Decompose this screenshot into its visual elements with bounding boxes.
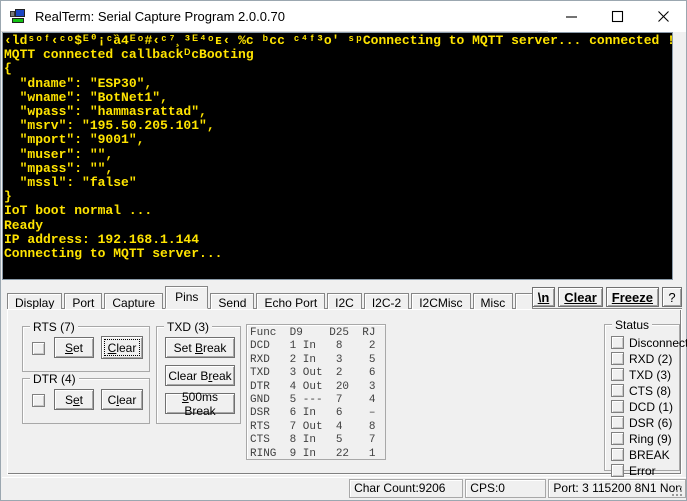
status-item-disconnect[interactable]: Disconnect: [611, 335, 687, 350]
toolbar-right: \n Clear Freeze ?: [532, 287, 682, 307]
status-item-txd[interactable]: TXD (3): [611, 367, 671, 382]
status-dsr-label: DSR (6): [629, 416, 672, 430]
status-item-ring[interactable]: Ring (9): [611, 431, 672, 446]
status-rxd-label: RXD (2): [629, 352, 672, 366]
port-field: Port: 3 115200 8N1 Non: [548, 479, 686, 498]
dtr-clear-label: Clear: [108, 393, 137, 407]
status-item-rxd[interactable]: RXD (2): [611, 351, 672, 366]
help-button[interactable]: ?: [662, 287, 682, 307]
status-dcd-checkbox[interactable]: [611, 400, 624, 413]
freeze-button[interactable]: Freeze: [606, 287, 659, 307]
status-item-cts[interactable]: CTS (8): [611, 383, 671, 398]
terminal-right-gutter: [673, 32, 686, 280]
txd-timed-break-button[interactable]: 500ms Break: [165, 393, 235, 414]
close-button[interactable]: [640, 1, 686, 32]
dtr-state-checkbox[interactable]: [32, 394, 45, 407]
rts-group: RTS (7) Set Clear: [22, 326, 150, 372]
newline-button[interactable]: \n: [532, 287, 556, 307]
dtr-group: DTR (4) Set Clear: [22, 378, 150, 424]
status-disconnect-label: Disconnect: [629, 336, 687, 350]
status-dcd-label: DCD (1): [629, 400, 673, 414]
rts-state-checkbox[interactable]: [32, 342, 45, 355]
status-bar-spacer: [4, 479, 347, 498]
txd-clear-break-label: Clear Break: [168, 369, 231, 383]
status-break-checkbox[interactable]: [611, 448, 624, 461]
rts-clear-focus-ring: [104, 339, 140, 356]
status-cts-checkbox[interactable]: [611, 384, 624, 397]
txd-set-break-button[interactable]: Set Break: [165, 337, 235, 358]
rts-group-label: RTS (7): [30, 320, 78, 334]
txd-set-break-label: Set Break: [174, 341, 227, 355]
txd-group-label: TXD (3): [164, 320, 212, 334]
status-ring-label: Ring (9): [629, 432, 672, 446]
cps-field: CPS:0: [465, 479, 546, 498]
status-ring-checkbox[interactable]: [611, 432, 624, 445]
status-disconnect-checkbox[interactable]: [611, 336, 624, 349]
dtr-clear-button[interactable]: Clear: [101, 389, 143, 410]
pinout-table-text: Func D9 D25 RJ DCD 1 In 8 2 RXD 2 In 3 5…: [247, 325, 385, 460]
status-item-error[interactable]: Error: [611, 463, 656, 478]
window-title: RealTerm: Serial Capture Program 2.0.0.7…: [35, 9, 285, 24]
terminal-output[interactable]: ‹ldˢᵒᶠ‹ᶜᵒ$ᴱ⁰¡ᶜȁ4ᴱᵒ#‹ᶜ⁷¸³ᴱ⁴ᵒᴇ‹ %c ᵇcc ᶜ⁴ᶠ…: [2, 32, 673, 280]
title-bar: RealTerm: Serial Capture Program 2.0.0.7…: [1, 1, 686, 32]
dtr-set-button[interactable]: Set: [54, 389, 94, 410]
realterm-window: RealTerm: Serial Capture Program 2.0.0.7…: [0, 0, 687, 501]
status-error-label: Error: [629, 464, 656, 478]
resize-grip-icon[interactable]: [670, 484, 684, 498]
pinout-table: Func D9 D25 RJ DCD 1 In 8 2 RXD 2 In 3 5…: [246, 324, 386, 460]
status-dsr-checkbox[interactable]: [611, 416, 624, 429]
txd-clear-break-button[interactable]: Clear Break: [165, 365, 235, 386]
status-item-break[interactable]: BREAK: [611, 447, 670, 462]
realterm-app-icon: [9, 7, 27, 25]
clear-button[interactable]: Clear: [558, 287, 603, 307]
maximize-button[interactable]: [594, 1, 640, 32]
status-break-label: BREAK: [629, 448, 670, 462]
dtr-set-label: Set: [65, 393, 83, 407]
status-bar: Char Count:9206 CPS:0 Port: 3 115200 8N1…: [2, 477, 686, 499]
tab-strip: Display Port Capture Pins Send Echo Port…: [2, 283, 686, 309]
char-count-field: Char Count:9206: [349, 479, 463, 498]
rts-set-button[interactable]: Set: [54, 337, 94, 358]
status-rxd-checkbox[interactable]: [611, 352, 624, 365]
window-controls: [548, 1, 686, 32]
txd-timed-break-label: 500ms Break: [166, 390, 234, 418]
status-txd-checkbox[interactable]: [611, 368, 624, 381]
terminal-text: ‹ldˢᵒᶠ‹ᶜᵒ$ᴱ⁰¡ᶜȁ4ᴱᵒ#‹ᶜ⁷¸³ᴱ⁴ᵒᴇ‹ %c ᵇcc ᶜ⁴ᶠ…: [3, 33, 672, 261]
tab-list: Display Port Capture Pins Send Echo Port…: [7, 287, 533, 309]
status-group-label: Status: [612, 318, 652, 332]
rts-clear-button[interactable]: Clear: [101, 336, 143, 359]
status-group: Status Disconnect RXD (2) TXD (3) CTS (8…: [604, 324, 680, 471]
dtr-group-label: DTR (4): [30, 372, 79, 386]
pins-tab-panel: RTS (7) Set Clear DTR (4) Set Clear TXD …: [7, 309, 682, 475]
status-item-dsr[interactable]: DSR (6): [611, 415, 672, 430]
txd-group: TXD (3) Set Break Clear Break 500ms Brea…: [156, 326, 241, 424]
status-txd-label: TXD (3): [629, 368, 671, 382]
status-error-checkbox[interactable]: [611, 464, 624, 477]
rts-set-label: Set: [65, 341, 83, 355]
status-cts-label: CTS (8): [629, 384, 671, 398]
tab-pins[interactable]: Pins: [165, 286, 208, 309]
status-item-dcd[interactable]: DCD (1): [611, 399, 673, 414]
minimize-button[interactable]: [548, 1, 594, 32]
